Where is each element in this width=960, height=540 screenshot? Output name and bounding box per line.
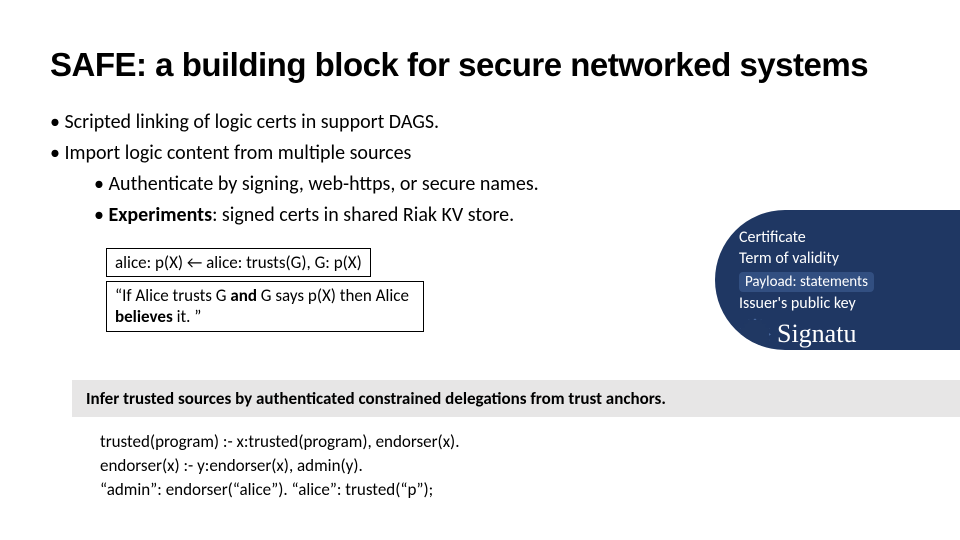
code-line-2: endorser(x) :- y:endorser(x), admin(y).: [100, 454, 460, 478]
bullet-2: Import logic content from multiple sourc…: [66, 139, 910, 168]
quote-box: “If Alice trusts G and G says p(X) then …: [106, 281, 424, 332]
slide: SAFE: a building block for secure networ…: [0, 0, 960, 540]
quote-pre: “If Alice trusts G: [115, 285, 230, 306]
code-line-1: trusted(program) :- x:trusted(program), …: [100, 430, 460, 454]
bullet-2-1: Authenticate by signing, web-https, or s…: [110, 170, 910, 199]
quote-post: it. ”: [173, 306, 202, 327]
certificate-capsule: Certificate Term of validity Payload: st…: [715, 210, 960, 350]
seal-icon: [739, 318, 771, 350]
cert-signature-row: Signatu: [739, 318, 950, 350]
bullet-2-2-rest: : signed certs in shared Riak KV store.: [212, 203, 514, 227]
code-line-3: “admin”: endorser(“alice”). “alice”: tru…: [100, 478, 460, 502]
slide-title: SAFE: a building block for secure networ…: [50, 46, 910, 84]
bullet-1: Scripted linking of logic certs in suppo…: [66, 108, 910, 137]
cert-signature-text: Signatu: [777, 319, 856, 349]
quote-believes: believes: [115, 306, 173, 327]
bullet-2-2-bold: Experiments: [108, 203, 212, 227]
cert-payload: Payload: statements: [739, 272, 874, 292]
cert-line-1: Certificate: [739, 228, 950, 249]
grey-bar-text: Infer trusted sources by authenticated c…: [86, 388, 666, 409]
quote-mid: G says p(X) then Alice: [257, 285, 409, 306]
quote-and: and: [230, 285, 257, 306]
grey-bar: Infer trusted sources by authenticated c…: [72, 380, 960, 417]
cert-line-2: Term of validity: [739, 249, 950, 270]
cert-line-4: Issuer's public key: [739, 294, 950, 315]
code-block: trusted(program) :- x:trusted(program), …: [100, 430, 460, 501]
rule-box: alice: p(X) ← alice: trusts(G), G: p(X): [106, 248, 371, 277]
